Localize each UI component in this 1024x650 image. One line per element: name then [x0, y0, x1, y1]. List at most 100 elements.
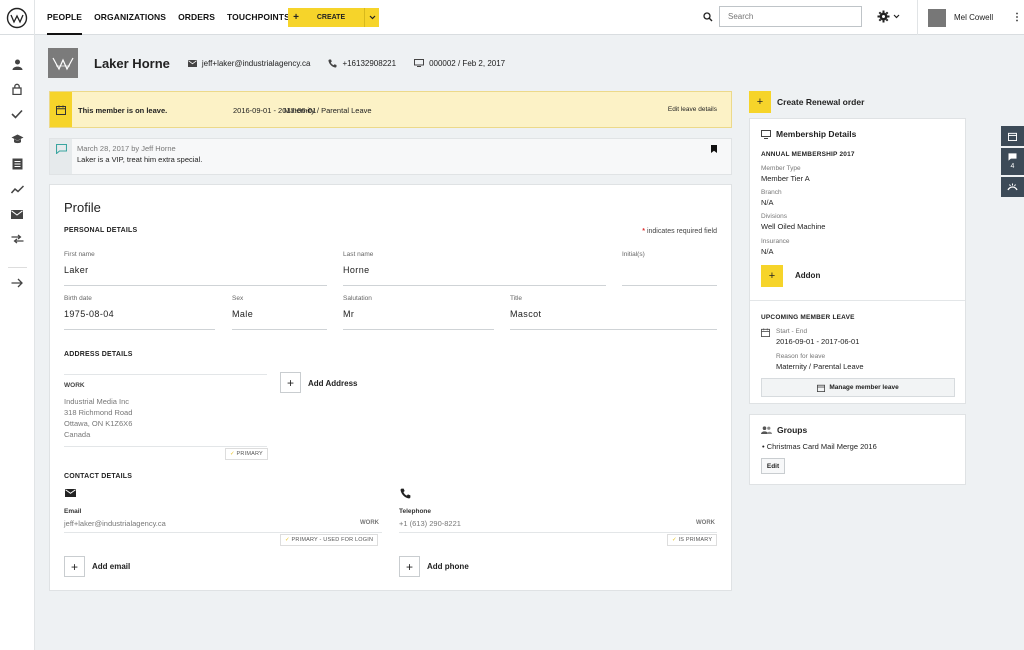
main-nav: PEOPLE ORGANIZATIONS ORDERS TOUCHPOINTS	[47, 0, 302, 35]
member-email[interactable]: jeff+laker@industrialagency.ca	[187, 58, 311, 68]
profile-heading: Profile	[64, 200, 101, 215]
add-email-button[interactable]: +	[64, 556, 85, 577]
create-renewal-button[interactable]: + Create Renewal order	[749, 91, 864, 113]
email-underline	[64, 532, 382, 533]
address-primary-tag: ✓ PRIMARY	[225, 448, 268, 460]
expand-arrow-icon[interactable]	[10, 276, 24, 290]
bookmark-icon[interactable]	[711, 145, 717, 153]
nav-touchpoints[interactable]: TOUCHPOINTS	[227, 0, 290, 35]
user-menu[interactable]: Mel Cowell ⋮	[917, 0, 1024, 35]
chevron-down-icon[interactable]	[364, 8, 379, 27]
add-phone-button[interactable]: +	[399, 556, 420, 577]
leave-reason-value: Maternity / Parental Leave	[776, 362, 864, 371]
checkmark-icon[interactable]	[10, 107, 24, 121]
addon-button[interactable]: +	[761, 265, 783, 287]
birth-date-field[interactable]: 1975-08-04	[64, 309, 114, 319]
add-address-label[interactable]: Add Address	[308, 379, 358, 388]
settings-menu[interactable]	[877, 10, 900, 23]
group-item[interactable]: • Christmas Card Mail Merge 2016	[762, 442, 877, 451]
phone-underline	[399, 532, 717, 533]
trend-line-icon[interactable]	[10, 182, 24, 196]
groups-panel: Groups • Christmas Card Mail Merge 2016 …	[749, 414, 966, 485]
nav-orders[interactable]: ORDERS	[178, 0, 215, 35]
more-vertical-icon[interactable]: ⋮	[1010, 12, 1024, 23]
search-input[interactable]	[719, 6, 862, 27]
title-label: Title	[510, 295, 523, 302]
user-name: Mel Cowell	[954, 13, 994, 22]
start-end-label: Start - End	[776, 328, 808, 335]
phone-type: WORK	[696, 520, 715, 526]
leave-reason-label: Reason for leave	[776, 353, 826, 360]
branch-value: N/A	[761, 198, 774, 207]
note-text: Laker is a VIP, treat him extra special.	[77, 155, 203, 164]
member-header: Laker Horne jeff+laker@industrialagency.…	[48, 47, 523, 79]
email-type: WORK	[360, 520, 379, 526]
plus-icon: +	[293, 12, 299, 23]
phone-label: Telephone	[399, 508, 432, 515]
plus-icon: +	[749, 91, 771, 113]
manage-leave-button[interactable]: Manage member leave	[761, 378, 955, 397]
search-icon[interactable]	[703, 12, 713, 22]
groups-title: Groups	[761, 425, 807, 435]
birth-date-underline	[64, 329, 215, 330]
phone-icon	[328, 59, 337, 68]
person-icon[interactable]	[10, 57, 24, 71]
sex-underline	[232, 329, 327, 330]
member-name: Laker Horne	[94, 55, 170, 71]
address-line: Canada	[64, 430, 91, 439]
address-details-title: ADDRESS DETAILS	[64, 351, 133, 358]
transfer-icon[interactable]	[10, 232, 24, 246]
calendar-icon	[50, 92, 72, 127]
lock-icon[interactable]	[10, 82, 24, 96]
create-renewal-label: Create Renewal order	[777, 97, 865, 107]
member-avatar[interactable]	[48, 48, 78, 78]
calendar-icon	[1008, 132, 1017, 141]
member-email-text: jeff+laker@industrialagency.ca	[201, 58, 311, 68]
address-line: Industrial Media Inc	[64, 397, 130, 406]
last-name-field[interactable]: Horne	[343, 265, 370, 275]
phone-value[interactable]: +1 (613) 290-8221	[399, 519, 461, 528]
graduation-cap-icon[interactable]	[10, 132, 24, 146]
sex-label: Sex	[232, 295, 244, 302]
mail-icon	[65, 489, 76, 497]
nav-people[interactable]: PEOPLE	[47, 0, 83, 35]
required-note: * indicates required field	[642, 228, 717, 235]
note-meta: March 28, 2017 by Jeff Horne	[77, 144, 176, 153]
edit-groups-button[interactable]: Edit	[761, 458, 785, 474]
list-icon[interactable]	[10, 157, 24, 171]
add-address-button[interactable]: +	[280, 372, 301, 393]
group-icon	[761, 426, 772, 434]
comments-tab[interactable]: 4	[1001, 148, 1024, 175]
add-phone-label[interactable]: Add phone	[427, 562, 469, 571]
email-value[interactable]: jeff+laker@industrialagency.ca	[64, 519, 166, 528]
branch-label: Branch	[761, 189, 782, 196]
phone-primary-tag: ✓ IS PRIMARY	[667, 534, 718, 546]
edit-leave-link[interactable]: Edit leave details	[668, 106, 717, 113]
nav-organizations[interactable]: ORGANIZATIONS	[94, 0, 166, 35]
title-field[interactable]: Mascot	[510, 309, 541, 319]
phone-icon	[400, 488, 411, 499]
comments-count: 4	[1010, 163, 1015, 170]
first-name-field[interactable]: Laker	[64, 265, 89, 275]
address-lines: Industrial Media Inc 318 Richmond Road O…	[64, 396, 132, 440]
initials-label: Initial(s)	[622, 251, 645, 258]
create-button[interactable]: + CREATE	[288, 8, 379, 27]
sex-field[interactable]: Male	[232, 309, 253, 319]
salutation-underline	[343, 329, 494, 330]
member-phone[interactable]: +16132908221	[328, 59, 396, 68]
member-id: 000002 / Feb 2, 2017	[414, 59, 505, 68]
insurance-label: Insurance	[761, 238, 790, 245]
salutation-field[interactable]: Mr	[343, 309, 354, 319]
user-avatar	[928, 8, 946, 27]
app-logo-icon[interactable]	[0, 0, 35, 35]
addon-label[interactable]: Addon	[795, 271, 820, 280]
last-name-underline	[343, 285, 606, 286]
email-primary-tag: ✓ PRIMARY - USED FOR LOGIN	[280, 534, 379, 546]
panel-divider	[750, 300, 965, 301]
mail-icon[interactable]	[10, 207, 24, 221]
add-email-label[interactable]: Add email	[92, 562, 130, 571]
touchpoints-tab[interactable]	[1001, 177, 1024, 197]
personal-details-title: PERSONAL DETAILS	[64, 227, 138, 234]
insurance-value: N/A	[761, 247, 774, 256]
calendar-tab[interactable]	[1001, 126, 1024, 146]
